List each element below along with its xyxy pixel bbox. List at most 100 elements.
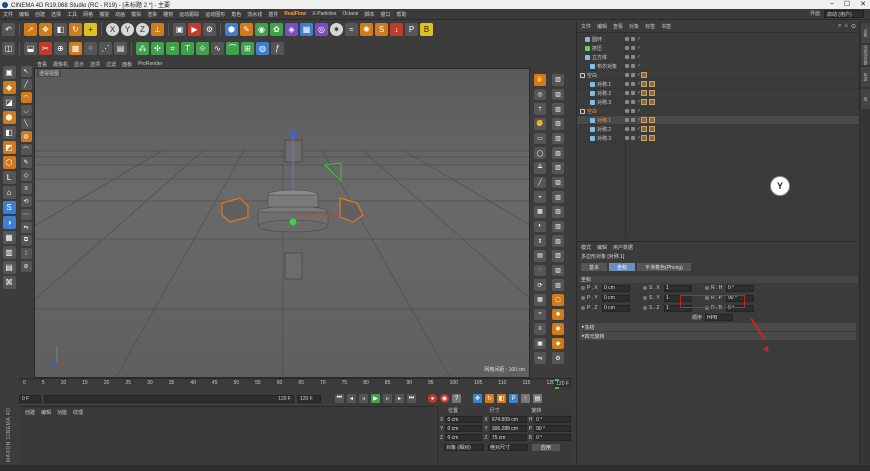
xparticles-icon[interactable]: ✺ xyxy=(360,23,373,36)
key-position-icon[interactable]: ✥ xyxy=(473,394,482,403)
viewport-menu-item[interactable]: 面板 xyxy=(122,61,132,68)
attribute-menu-item[interactable]: 编辑 xyxy=(597,244,607,251)
dissolve-icon[interactable]: ⋯ xyxy=(20,209,32,220)
side-tab[interactable]: 对象 xyxy=(861,23,870,43)
object-visibility-flags[interactable]: ✓ xyxy=(625,126,641,132)
object-row[interactable]: 对称.3 ✓ xyxy=(577,134,859,143)
undo-icon[interactable]: ↶ xyxy=(2,23,15,36)
menu-item[interactable]: 渲染 xyxy=(144,11,160,18)
render-view-icon[interactable]: ▣ xyxy=(173,23,186,36)
snapping-icon[interactable]: ✂ xyxy=(39,42,52,55)
object-row[interactable]: 对称.1 ✓ xyxy=(577,116,859,125)
render-dot[interactable] xyxy=(631,55,635,59)
panel8-icon[interactable]: ▥ xyxy=(552,176,564,189)
collapsed-group[interactable]: ▸ 四元旋转 xyxy=(579,332,856,340)
tag-icon[interactable] xyxy=(641,99,647,105)
object-row[interactable]: 对称.2 ✓ xyxy=(577,89,859,98)
pull-icon[interactable]: ⇡ xyxy=(534,103,546,115)
move-icon[interactable]: ✥ xyxy=(39,23,52,36)
cube-icon[interactable]: ⬢ xyxy=(225,23,238,36)
object-visibility-flags[interactable]: ✓ xyxy=(625,108,641,114)
grid-array-icon[interactable]: ⊞ xyxy=(241,42,254,55)
position-value-field[interactable]: 0 cm xyxy=(602,294,630,302)
visibility-dot[interactable] xyxy=(625,127,629,131)
keyframe-dot-icon[interactable] xyxy=(643,306,647,310)
scale-icon[interactable]: ◧ xyxy=(54,23,67,36)
array-icon[interactable]: ✿ xyxy=(270,23,283,36)
menu-item[interactable]: 雕刻 xyxy=(160,11,176,18)
next-frame-icon[interactable]: ▹ xyxy=(383,394,392,403)
render-dot[interactable] xyxy=(631,64,635,68)
object-row[interactable]: 布尔对象 ✓ xyxy=(577,62,859,71)
tag-icon[interactable]: ◆ xyxy=(552,337,564,350)
timeline-ruler[interactable]: 0 5 10 15 20 25 30 35 40 45 50 55 60 65 70 75 80 85 90 95 10… xyxy=(19,378,573,390)
erase-icon[interactable]: ◌ xyxy=(534,264,546,277)
wax-icon[interactable]: ◐ xyxy=(534,220,546,233)
smooth-icon[interactable]: ◎ xyxy=(534,88,546,101)
menu-item[interactable]: 动画 xyxy=(112,11,128,18)
visibility-dot[interactable] xyxy=(625,73,629,77)
key-scale-icon[interactable]: ◧ xyxy=(497,394,506,403)
object-visibility-flags[interactable]: ✓ xyxy=(625,63,641,69)
key-rotation-icon[interactable]: ↻ xyxy=(485,394,494,403)
timeline-menu-icon[interactable]: ▤ xyxy=(533,394,542,403)
panel5-icon[interactable]: ▥ xyxy=(552,132,564,145)
rotation-field[interactable]: 0 ° xyxy=(534,416,571,423)
key-param-icon[interactable]: P xyxy=(509,394,518,403)
model-icon[interactable]: ▣ xyxy=(2,66,16,79)
model-mode-icon[interactable]: ◫ xyxy=(2,42,15,55)
visibility-dot[interactable] xyxy=(625,91,629,95)
bake-icon[interactable]: ▣ xyxy=(534,337,546,350)
frame-range-slider[interactable]: 120 F xyxy=(44,394,294,403)
order-select[interactable]: HPB xyxy=(705,314,734,321)
array-tool-icon[interactable]: ⁞ xyxy=(20,248,32,259)
auto-key-icon[interactable]: ◉ xyxy=(440,394,449,403)
select-sculpt-icon[interactable]: ▦ xyxy=(534,293,546,306)
ring-icon[interactable]: ◡ xyxy=(20,105,32,116)
sculpt-icon[interactable]: ✋ xyxy=(534,74,546,86)
object-row[interactable]: 对称.1 ✓ xyxy=(577,80,859,89)
render-dot[interactable] xyxy=(631,46,635,50)
weld-icon[interactable]: ◇ xyxy=(20,170,32,181)
object-row[interactable]: 空白 ✓ xyxy=(577,107,859,116)
menu-item[interactable]: 流水线 xyxy=(244,11,265,18)
maximize-button[interactable]: ☐ xyxy=(844,0,850,8)
max-frame-field[interactable]: 120 F xyxy=(297,394,321,403)
panel-icon[interactable]: ▥ xyxy=(552,74,564,86)
light-icon[interactable]: ✷ xyxy=(330,23,343,36)
frame-icon[interactable]: ▢ xyxy=(552,293,564,306)
viewport-menu-item[interactable]: ProRender xyxy=(138,61,162,67)
rotation-field[interactable]: 90 ° xyxy=(534,425,571,432)
spline-icon[interactable]: ∿ xyxy=(211,42,224,55)
position-value-field[interactable]: 0 cm xyxy=(602,304,630,312)
panel13-icon[interactable]: ▥ xyxy=(552,249,564,262)
menu-item[interactable]: 编辑 xyxy=(16,11,32,18)
menu-item[interactable]: 插件 xyxy=(265,11,281,18)
mirror-icon[interactable]: ⇋ xyxy=(20,222,32,233)
panel7-icon[interactable]: ▥ xyxy=(552,161,564,174)
symmetry-icon[interactable]: ⇋ xyxy=(534,352,546,365)
prev-key-icon[interactable]: ◂ xyxy=(347,394,356,403)
object-mode-icon[interactable]: ⬢ xyxy=(2,111,16,124)
panel2-icon[interactable]: ▥ xyxy=(552,88,564,101)
z-axis-icon[interactable]: Z xyxy=(136,23,149,36)
stamp-icon[interactable]: ▩ xyxy=(534,205,546,218)
object-visibility-flags[interactable]: ✓ xyxy=(625,90,641,96)
menu-item[interactable]: RealFlow xyxy=(281,11,309,17)
attribute-tab[interactable]: 基本 xyxy=(581,263,608,271)
tag-icon[interactable] xyxy=(649,90,655,96)
minimize-button[interactable]: – xyxy=(830,0,834,8)
texture-mode-icon[interactable]: ▩ xyxy=(69,42,82,55)
relax-icon[interactable]: ≈ xyxy=(534,308,546,321)
object-menu-item[interactable]: 书签 xyxy=(661,23,671,30)
knife-sculpt-icon[interactable]: ╱ xyxy=(534,176,546,189)
render-dot[interactable] xyxy=(631,109,635,113)
plugin-b-icon[interactable]: B xyxy=(420,23,433,36)
panel12-icon[interactable]: ▥ xyxy=(552,235,564,247)
render-dot[interactable] xyxy=(631,37,635,41)
tag-icon[interactable] xyxy=(641,117,647,123)
hair-icon[interactable]: ⌘ xyxy=(2,276,16,289)
visibility-dot[interactable] xyxy=(625,55,629,59)
settings-gear-icon[interactable]: ⚙ xyxy=(552,352,564,365)
menu-item[interactable]: 工具 xyxy=(64,11,80,18)
